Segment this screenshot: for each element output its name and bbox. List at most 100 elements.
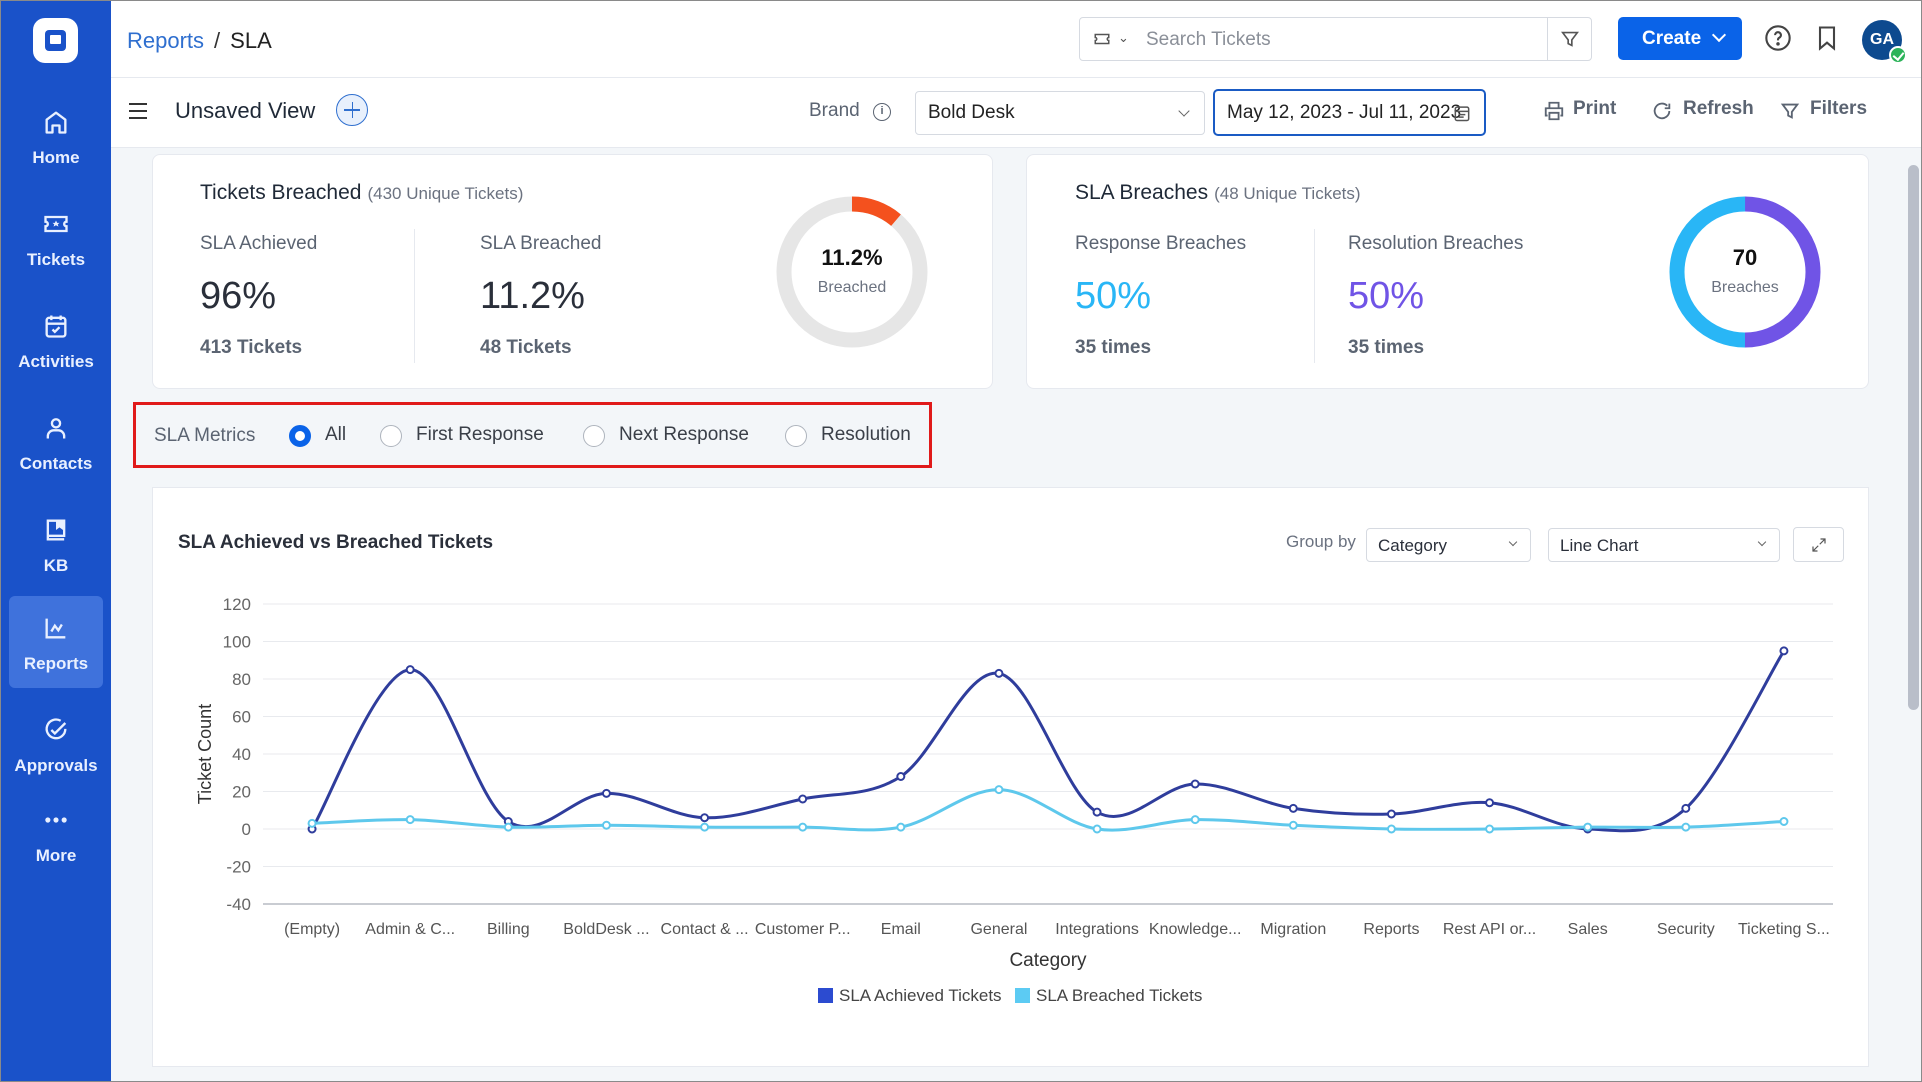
sidebar-item-home[interactable]: Home [9, 90, 103, 182]
data-point[interactable] [1092, 824, 1102, 834]
data-point[interactable] [700, 822, 710, 832]
data-point[interactable] [896, 822, 906, 832]
x-tick-label: Reports [1363, 921, 1419, 938]
data-point[interactable] [1386, 809, 1396, 819]
report-toolbar: Unsaved View Brand i Bold Desk May 12, 2… [111, 78, 1922, 148]
sla-breaches-card: SLA Breaches (48 Unique Tickets) Response… [1026, 154, 1869, 389]
brand-select[interactable]: Bold Desk [915, 91, 1205, 135]
data-point[interactable] [1485, 798, 1495, 808]
data-point[interactable] [994, 668, 1004, 678]
card-title-text: Tickets Breached [200, 181, 362, 204]
ticket-type-icon[interactable] [1092, 30, 1112, 48]
resolution-breaches-count: 35 times [1348, 337, 1425, 358]
print-label: Print [1573, 98, 1617, 119]
user-avatar[interactable]: GA [1862, 20, 1907, 64]
data-point[interactable] [405, 665, 415, 675]
legend-item[interactable]: SLA Breached Tickets [1036, 986, 1202, 1005]
ticket-icon [44, 215, 68, 233]
data-point[interactable] [1485, 824, 1495, 834]
data-point[interactable] [1779, 646, 1789, 656]
data-point[interactable] [1190, 815, 1200, 825]
data-point[interactable] [1583, 822, 1593, 832]
book-icon [46, 519, 66, 541]
y-tick-label: 0 [242, 820, 251, 839]
bookmark-icon[interactable] [1813, 24, 1841, 52]
menu-icon[interactable] [129, 103, 147, 119]
radio-button[interactable] [380, 425, 402, 447]
y-axis-label: Ticket Count [195, 704, 215, 804]
data-point[interactable] [1288, 803, 1298, 813]
sla-metrics-filter: SLA Metrics All First Response Next Resp… [133, 402, 932, 468]
sidebar-item-reports[interactable]: Reports [9, 596, 103, 688]
search-input[interactable] [1146, 26, 1526, 54]
chart-legend: SLA Achieved Tickets SLA Breached Tickets [818, 986, 1202, 1005]
app-logo[interactable] [33, 18, 78, 63]
page-scrollbar[interactable] [1908, 165, 1919, 710]
data-point[interactable] [1190, 779, 1200, 789]
breaches-donut-chart: 70 Breaches [1668, 195, 1822, 349]
data-point[interactable] [1092, 807, 1102, 817]
search-filter-button[interactable] [1547, 18, 1591, 60]
donut-track [776, 196, 928, 348]
sidebar-item-label: Approvals [14, 756, 98, 775]
data-point[interactable] [405, 815, 415, 825]
sla-achieved-label: SLA Achieved [200, 233, 318, 254]
data-point[interactable] [798, 794, 808, 804]
printer-icon [1544, 101, 1564, 121]
data-point[interactable] [700, 813, 710, 823]
y-tick-label: 120 [223, 595, 251, 614]
data-point[interactable] [1681, 822, 1691, 832]
breadcrumb-separator: / [214, 28, 221, 53]
radio-label: Resolution [821, 424, 911, 445]
create-button[interactable]: Create [1618, 17, 1742, 60]
sidebar-item-label: Reports [23, 654, 89, 673]
data-point[interactable] [1681, 803, 1691, 813]
print-button[interactable]: Print [1543, 98, 1617, 121]
home-icon [45, 111, 67, 134]
data-point[interactable] [798, 822, 808, 832]
chevron-down-icon[interactable]: ⌄ [1118, 30, 1129, 46]
radio-button[interactable] [583, 425, 605, 447]
legend-swatch [818, 988, 833, 1003]
refresh-button[interactable]: Refresh [1651, 98, 1754, 120]
data-point[interactable] [307, 818, 317, 828]
radio-button[interactable] [289, 425, 311, 447]
data-point[interactable] [1386, 824, 1396, 834]
radio-label: Next Response [619, 424, 749, 445]
sidebar: Home Tickets Activities Contacts KB Repo… [0, 0, 111, 1082]
sidebar-item-tickets[interactable]: Tickets [9, 192, 103, 284]
date-range-picker[interactable]: May 12, 2023 - Jul 11, 2023 [1213, 89, 1486, 136]
series-line-achieved [310, 650, 1786, 833]
data-point[interactable] [503, 822, 513, 832]
date-range-value: May 12, 2023 - Jul 11, 2023 [1227, 102, 1462, 123]
response-breaches-count: 35 times [1075, 337, 1152, 358]
add-view-button[interactable] [336, 94, 368, 126]
filters-button[interactable]: Filters [1779, 98, 1867, 120]
check-circle-icon [45, 718, 67, 740]
data-point[interactable] [1288, 820, 1298, 830]
sidebar-item-contacts[interactable]: Contacts [9, 396, 103, 488]
data-point[interactable] [994, 785, 1004, 795]
y-tick-label: 100 [223, 633, 251, 652]
sidebar-item-label: Home [32, 148, 80, 167]
x-tick-label: Customer P... [755, 921, 851, 938]
help-icon[interactable] [1764, 24, 1792, 52]
data-point[interactable] [1779, 817, 1789, 826]
radio-button[interactable] [785, 425, 807, 447]
sidebar-item-label: Tickets [26, 250, 86, 269]
data-point[interactable] [896, 772, 906, 781]
sidebar-item-more[interactable]: More [9, 788, 103, 880]
chart-panel: SLA Achieved vs Breached Tickets Group b… [152, 487, 1869, 1067]
y-tick-label: -40 [226, 895, 251, 914]
info-icon[interactable]: i [873, 103, 891, 121]
sidebar-item-approvals[interactable]: Approvals [9, 698, 103, 790]
calendar-icon [1454, 106, 1470, 122]
sidebar-item-kb[interactable]: KB [9, 498, 103, 590]
sidebar-item-activities[interactable]: Activities [9, 294, 103, 386]
tickets-breached-card: Tickets Breached (430 Unique Tickets) SLA… [152, 154, 993, 389]
breadcrumb-reports-link[interactable]: Reports [127, 28, 204, 53]
legend-item[interactable]: SLA Achieved Tickets [839, 986, 1002, 1005]
data-point[interactable] [601, 820, 611, 830]
data-point[interactable] [601, 788, 611, 798]
x-tick-label: Integrations [1055, 921, 1139, 938]
